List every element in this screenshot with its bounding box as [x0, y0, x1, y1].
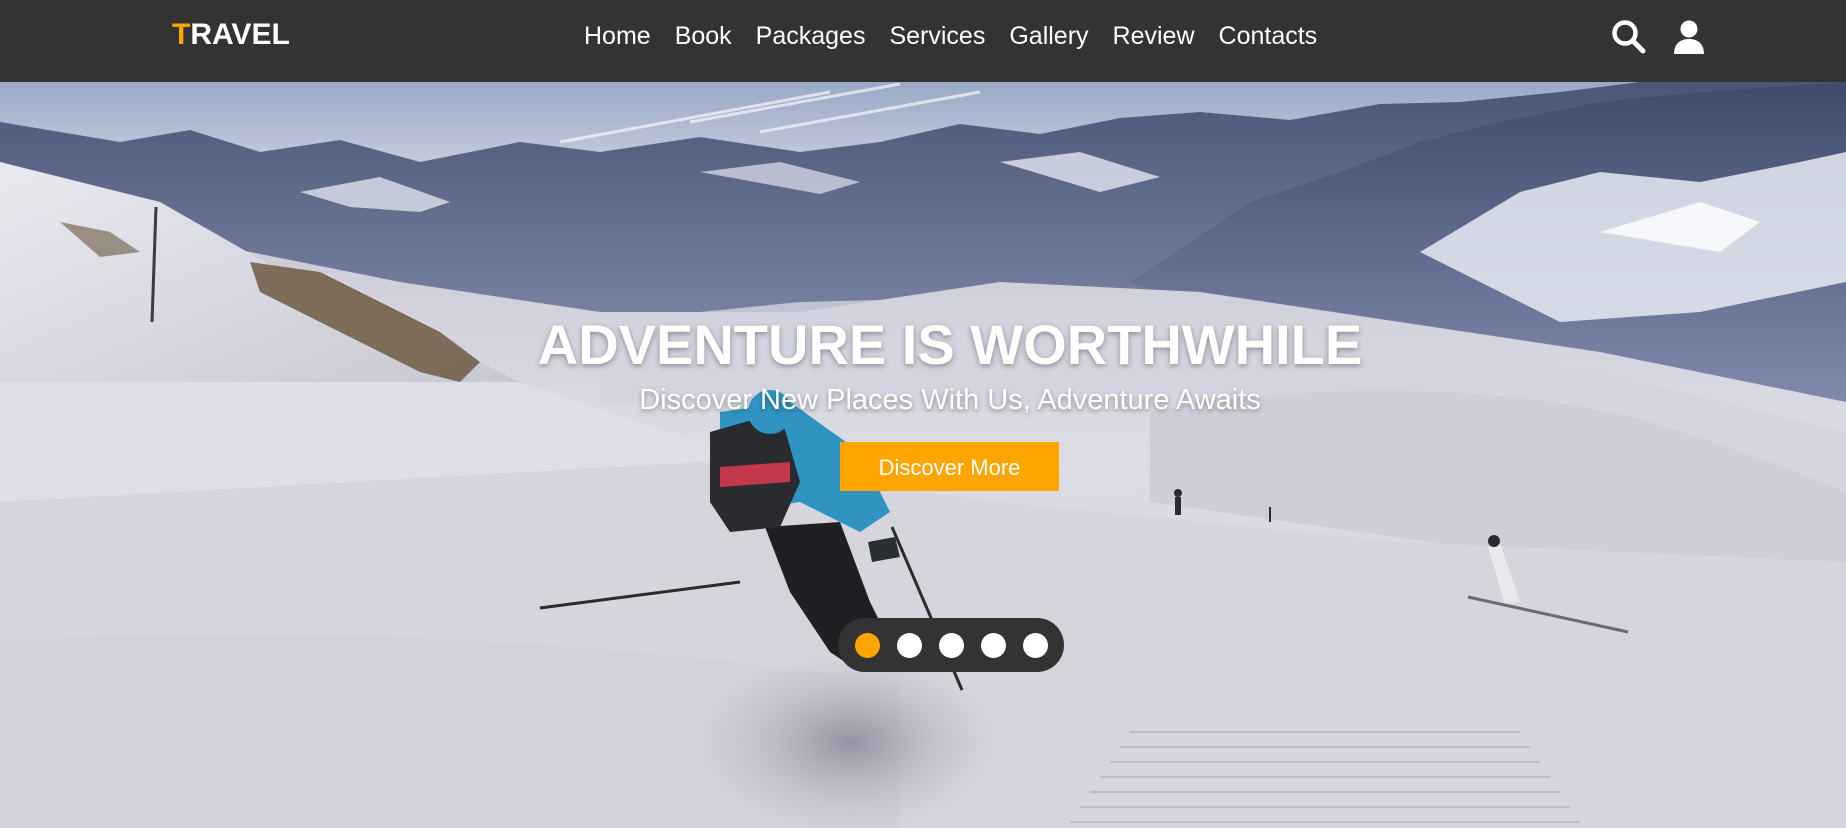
site-header: TRAVEL Home Book Packages Services Galle… — [0, 0, 1846, 82]
nav-gallery[interactable]: Gallery — [1009, 22, 1088, 51]
nav-packages[interactable]: Packages — [756, 22, 866, 51]
slide-dot-2[interactable] — [896, 632, 922, 658]
logo-first-letter: T — [172, 18, 191, 51]
nav-book[interactable]: Book — [675, 22, 732, 51]
user-icon[interactable] — [1670, 18, 1708, 56]
page: TRAVEL Home Book Packages Services Galle… — [0, 0, 1846, 828]
nav-review[interactable]: Review — [1113, 22, 1195, 51]
main-nav: Home Book Packages Services Gallery Revi… — [584, 22, 1341, 51]
header-icons — [1610, 18, 1708, 56]
nav-home[interactable]: Home — [584, 22, 651, 51]
hero-subtitle: Discover New Places With Us, Adventure A… — [639, 384, 1261, 416]
discover-more-button[interactable]: Discover More — [840, 442, 1059, 491]
hero-title: ADVENTURE IS WORTHWHILE — [537, 313, 1363, 376]
hero-section: ADVENTURE IS WORTHWHILE Discover New Pla… — [0, 82, 1846, 828]
logo[interactable]: TRAVEL — [172, 18, 290, 52]
slide-dot-4[interactable] — [980, 632, 1006, 658]
slide-dot-3[interactable] — [938, 632, 964, 658]
search-icon[interactable] — [1610, 18, 1648, 56]
slider-pagination — [838, 618, 1064, 672]
logo-text: RAVEL — [190, 18, 290, 51]
slide-dot-5[interactable] — [1022, 632, 1048, 658]
nav-services[interactable]: Services — [889, 22, 985, 51]
slide-dot-1[interactable] — [854, 632, 880, 658]
nav-contacts[interactable]: Contacts — [1219, 22, 1318, 51]
